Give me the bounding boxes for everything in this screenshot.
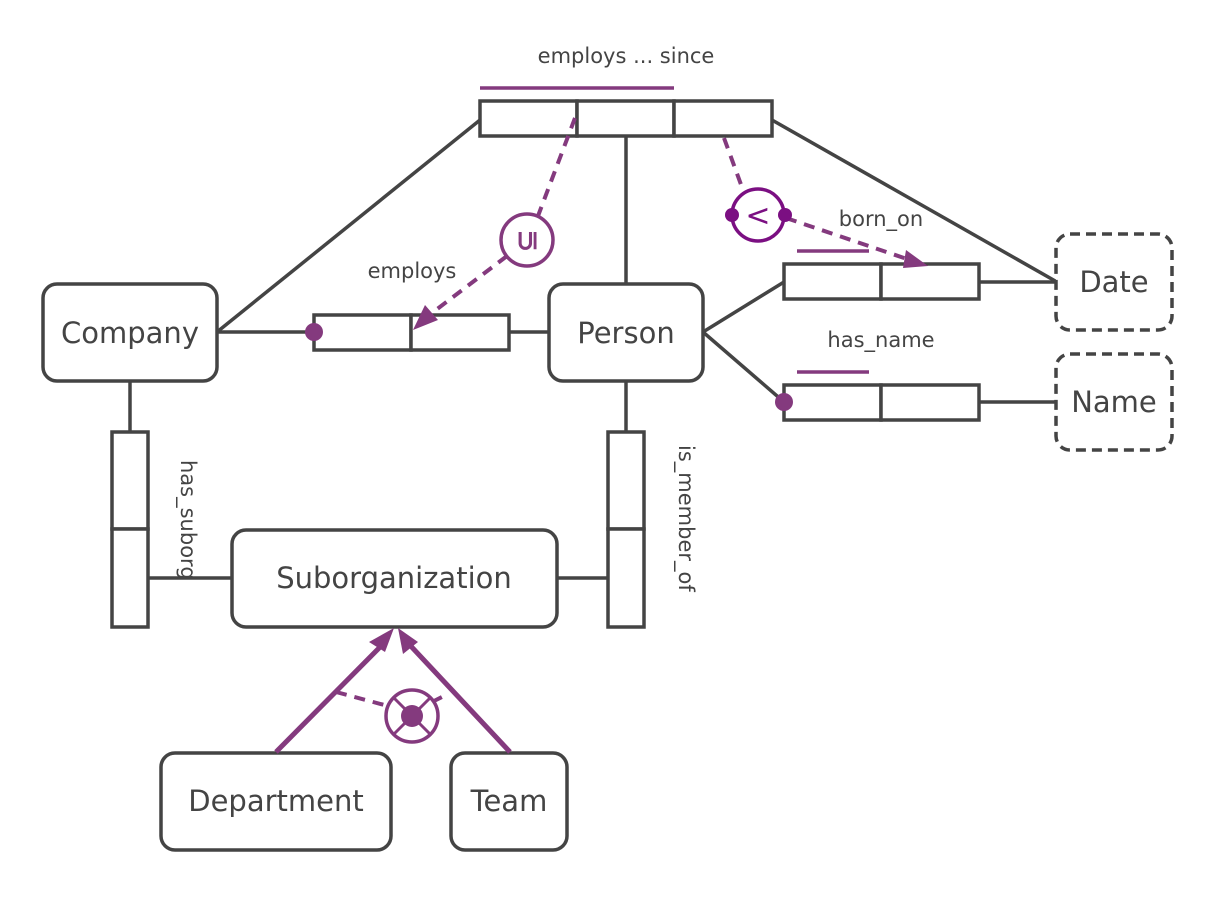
exclusion-constraint[interactable] bbox=[335, 688, 445, 744]
entity-label: Company bbox=[61, 316, 199, 350]
fact-label-is-member-of: is_member_of bbox=[673, 445, 698, 592]
fact-employs[interactable]: employs bbox=[305, 259, 511, 352]
entity-company[interactable]: Company bbox=[41, 282, 219, 383]
entity-team[interactable]: Team bbox=[449, 751, 569, 852]
entity-label: Department bbox=[188, 784, 364, 818]
comparison-dot-right bbox=[778, 208, 792, 222]
exclusive-or-icon bbox=[401, 705, 423, 727]
role-box[interactable] bbox=[672, 99, 774, 138]
role-box[interactable] bbox=[110, 430, 150, 531]
conn-person-hasname bbox=[701, 330, 786, 404]
fact-label-has-name: has_name bbox=[827, 328, 934, 353]
arrowhead-icon bbox=[369, 628, 394, 652]
less-than-icon: < bbox=[745, 199, 770, 234]
entity-suborganization[interactable]: Suborganization bbox=[230, 528, 559, 629]
role-box[interactable] bbox=[575, 99, 676, 138]
value-comparison-constraint[interactable]: < bbox=[722, 137, 928, 268]
fact-has-suborg[interactable]: has_suborg bbox=[110, 430, 200, 629]
conn-ternary-company bbox=[215, 118, 482, 334]
mandatory-dot bbox=[775, 393, 793, 411]
fact-employs-since[interactable]: employs ... since bbox=[478, 44, 774, 138]
role-box[interactable] bbox=[606, 527, 646, 629]
fact-label-employs: employs bbox=[368, 259, 457, 283]
entity-department[interactable]: Department bbox=[159, 751, 393, 852]
comparison-dot-left bbox=[725, 208, 739, 222]
fact-has-name[interactable]: has_name bbox=[775, 328, 981, 422]
comparison-dash-upper bbox=[722, 137, 745, 191]
fact-label-has-suborg: has_suborg bbox=[175, 460, 200, 580]
fact-is-member-of[interactable]: is_member_of bbox=[606, 430, 698, 629]
entity-person[interactable]: Person bbox=[547, 282, 705, 383]
arrowhead-icon bbox=[903, 250, 928, 268]
role-box[interactable] bbox=[478, 99, 579, 138]
value-type-date[interactable]: Date bbox=[1054, 232, 1174, 332]
role-box[interactable] bbox=[879, 383, 981, 422]
role-box[interactable] bbox=[782, 383, 883, 422]
entity-label: Team bbox=[470, 784, 548, 818]
subtype-arrow-department bbox=[274, 640, 387, 754]
conn-person-bornon bbox=[702, 280, 785, 334]
fact-label-employs-since: employs ... since bbox=[538, 44, 715, 68]
entity-label: Person bbox=[577, 316, 674, 350]
role-box[interactable] bbox=[782, 262, 883, 301]
entity-label: Suborganization bbox=[276, 561, 512, 595]
value-type-name[interactable]: Name bbox=[1054, 352, 1174, 452]
exclusion-dash-left bbox=[335, 690, 389, 708]
orm-diagram: employs ... since employs born_on has_na… bbox=[41, 44, 1174, 852]
subset-symbol-icon: ⊆ bbox=[511, 229, 544, 252]
mandatory-dot bbox=[305, 323, 323, 341]
role-box[interactable] bbox=[312, 313, 413, 352]
role-box[interactable] bbox=[879, 262, 981, 301]
value-type-label: Date bbox=[1079, 265, 1148, 299]
role-box[interactable] bbox=[110, 527, 150, 629]
value-type-label: Name bbox=[1071, 385, 1157, 419]
fact-label-born-on: born_on bbox=[839, 207, 923, 232]
role-box[interactable] bbox=[606, 430, 646, 531]
